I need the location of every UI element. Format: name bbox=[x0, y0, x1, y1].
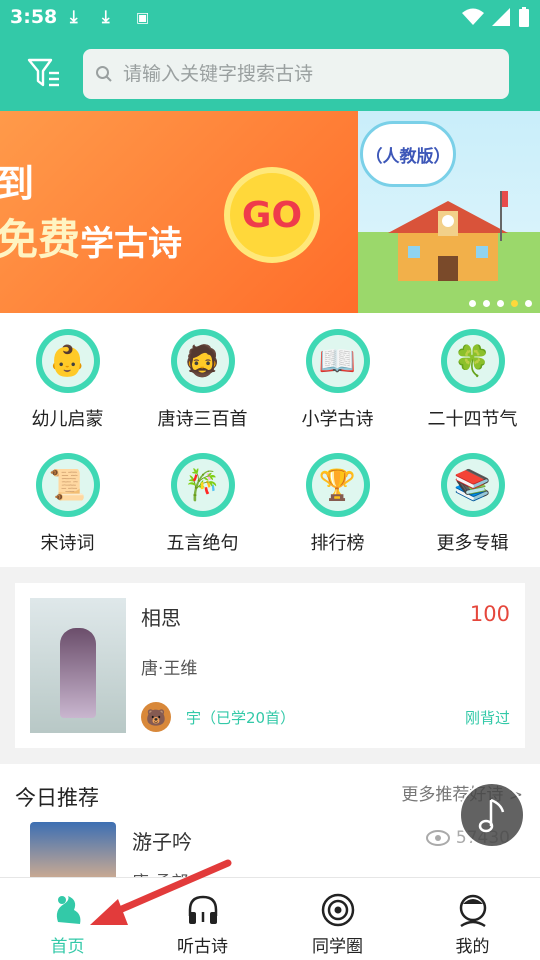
tab-classmates[interactable]: 同学圈 bbox=[270, 878, 405, 960]
banner-pagination bbox=[469, 300, 532, 307]
banner-text-2: 免费 bbox=[0, 215, 81, 264]
pager-dot bbox=[469, 300, 476, 307]
pager-dot bbox=[497, 300, 504, 307]
category-jieqi[interactable]: 🍀 二十四节气 bbox=[405, 329, 540, 431]
search-bar[interactable] bbox=[83, 49, 509, 99]
category-xiaoxue[interactable]: 📖 小学古诗 bbox=[270, 329, 405, 431]
category-label: 排行榜 bbox=[310, 533, 365, 554]
filter-button[interactable] bbox=[26, 54, 62, 90]
poem-title[interactable]: 游子吟 bbox=[132, 826, 192, 855]
recent-status: 刚背过 bbox=[464, 709, 510, 727]
banner-slide-school[interactable]: （人教版） bbox=[358, 111, 540, 313]
scroll-icon: 📜 bbox=[35, 453, 100, 517]
pager-dot bbox=[525, 300, 532, 307]
go-badge: GO bbox=[224, 167, 320, 263]
download-icon: ⤓ bbox=[102, 7, 110, 27]
poem-title: 相思 bbox=[141, 606, 181, 630]
section-title: 今日推荐 bbox=[15, 786, 99, 810]
status-bar: 3:58 ⤓ ⤓ ▣ bbox=[0, 0, 540, 36]
poem-author: 唐·王维 bbox=[141, 659, 198, 679]
promo-banner[interactable]: 到 免费 学古诗 GO （人教版） bbox=[0, 111, 540, 313]
annotation-arrow bbox=[90, 859, 232, 925]
pager-dot bbox=[483, 300, 490, 307]
category-ranking[interactable]: 🏆 排行榜 bbox=[270, 453, 405, 555]
books-icon: 📚 bbox=[440, 453, 505, 517]
banner-text-3: 学古诗 bbox=[80, 224, 182, 264]
category-label: 唐诗三百首 bbox=[157, 409, 248, 430]
tab-label: 同学圈 bbox=[312, 937, 363, 957]
category-label: 更多专辑 bbox=[436, 533, 509, 554]
download-icon: ⤓ bbox=[70, 7, 78, 27]
baby-icon: 👶 bbox=[35, 329, 100, 393]
tab-mine[interactable]: 我的 bbox=[405, 878, 540, 960]
category-wuyan[interactable]: 🎋 五言绝句 bbox=[135, 453, 270, 555]
tab-label: 首页 bbox=[50, 937, 85, 957]
tab-label: 我的 bbox=[455, 937, 490, 957]
eye-icon bbox=[425, 830, 450, 846]
edition-cloud: （人教版） bbox=[360, 121, 456, 187]
child-reading-icon: 📖 bbox=[305, 329, 370, 393]
header: 3:58 ⤓ ⤓ ▣ bbox=[0, 0, 540, 111]
avatar: 🐻 bbox=[141, 702, 171, 732]
user-icon bbox=[453, 890, 493, 930]
search-icon bbox=[96, 66, 112, 82]
category-grid: 👶 幼儿启蒙 🧔 唐诗三百首 📖 小学古诗 🍀 二十四节气 📜 宋诗词 🎋 五言… bbox=[0, 313, 540, 567]
status-time: 3:58 bbox=[10, 6, 58, 28]
category-label: 幼儿启蒙 bbox=[31, 409, 104, 430]
poem-thumbnail bbox=[30, 598, 126, 733]
battery-icon bbox=[519, 7, 529, 27]
learner-info: 宇（已学20首） bbox=[186, 709, 296, 727]
recent-poem-card[interactable]: 相思 100 唐·王维 🐻 宇（已学20首） 刚背过 bbox=[15, 583, 525, 748]
bamboo-scroll-icon: 🎋 bbox=[170, 453, 235, 517]
category-label: 二十四节气 bbox=[427, 409, 518, 430]
category-label: 五言绝句 bbox=[166, 533, 239, 554]
banner-slide-free[interactable]: 到 免费 学古诗 GO bbox=[0, 111, 358, 313]
category-label: 宋诗词 bbox=[40, 533, 95, 554]
school-illustration bbox=[388, 191, 508, 281]
wifi-icon bbox=[462, 8, 484, 25]
music-note-icon bbox=[478, 798, 505, 833]
poet-icon: 🧔 bbox=[170, 329, 235, 393]
category-tangshi[interactable]: 🧔 唐诗三百首 bbox=[135, 329, 270, 431]
signal-icon bbox=[492, 8, 510, 26]
pager-dot-active bbox=[511, 300, 518, 307]
category-youer[interactable]: 👶 幼儿启蒙 bbox=[0, 329, 135, 431]
search-input[interactable] bbox=[123, 63, 483, 85]
category-songci[interactable]: 📜 宋诗词 bbox=[0, 453, 135, 555]
banner-text-1: 到 bbox=[0, 162, 35, 206]
poem-score: 100 bbox=[469, 602, 510, 626]
trophy-icon: 🏆 bbox=[305, 453, 370, 517]
tab-label: 听古诗 bbox=[177, 937, 228, 957]
category-more[interactable]: 📚 更多专辑 bbox=[405, 453, 540, 555]
filter-icon bbox=[27, 58, 59, 87]
clover-icon: 🍀 bbox=[440, 329, 505, 393]
category-label: 小学古诗 bbox=[301, 409, 374, 430]
app-notification-icon: ▣ bbox=[136, 10, 150, 26]
music-player-button[interactable] bbox=[459, 782, 525, 848]
circle-target-icon bbox=[318, 890, 358, 930]
